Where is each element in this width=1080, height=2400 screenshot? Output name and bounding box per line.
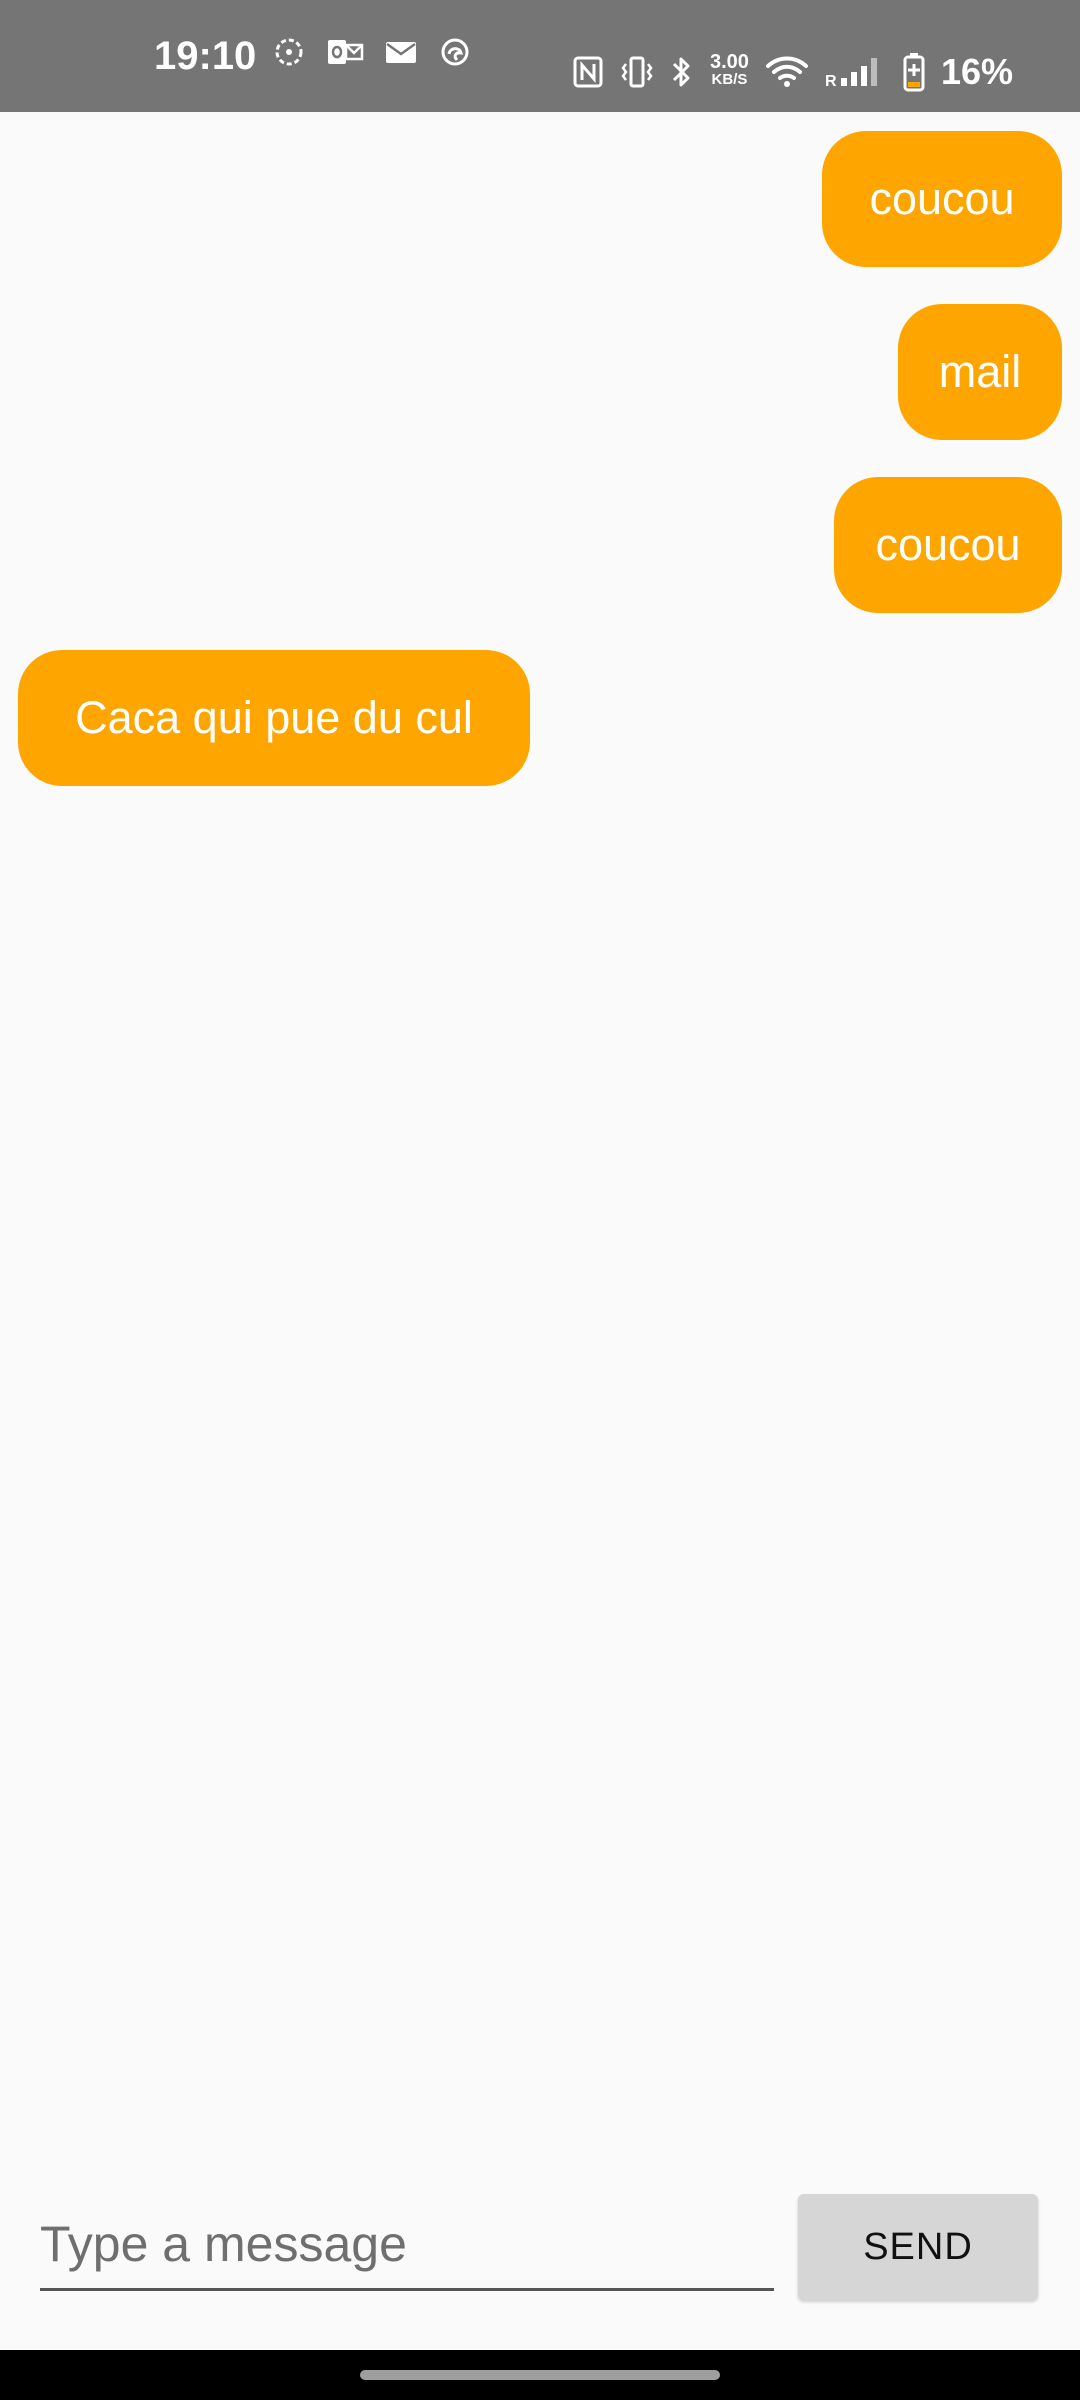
message-input[interactable] <box>40 2200 774 2291</box>
navigation-bar <box>0 2350 1080 2400</box>
network-speed-value: 3.00 <box>710 51 749 73</box>
battery-percent: 16% <box>940 51 1013 92</box>
message-bubble-received[interactable]: Caca qui pue du cul <box>18 650 530 786</box>
system-icons: 3.00 KB/S R 16% <box>572 52 1013 92</box>
network-speed: 3.00 KB/S <box>710 52 749 88</box>
wifi-icon <box>765 54 809 90</box>
email-icon <box>384 35 418 69</box>
vibrate-icon <box>620 54 654 90</box>
sync-icon <box>272 35 306 69</box>
message-bubble-sent[interactable]: coucou <box>834 477 1062 613</box>
signal-icon: R <box>825 54 887 90</box>
message-bubble-sent[interactable]: coucou <box>822 131 1062 267</box>
send-button[interactable]: SEND <box>798 2194 1038 2300</box>
battery-icon <box>903 52 925 92</box>
network-speed-unit: KB/S <box>711 71 748 88</box>
edge-icon <box>438 35 472 69</box>
message-composer: SEND <box>0 2170 1080 2350</box>
nfc-icon <box>572 55 604 89</box>
message-bubble-sent[interactable]: mail <box>898 304 1062 440</box>
status-bar: 19:10 3.00 KB/S R 16% <box>0 0 1080 112</box>
notification-icons <box>272 35 472 69</box>
bluetooth-icon <box>670 54 694 90</box>
roaming-indicator: R <box>825 73 837 90</box>
status-time: 19:10 <box>154 34 257 78</box>
outlook-icon <box>326 35 364 69</box>
message-list[interactable]: coucou mail coucou Caca qui pue du cul <box>0 112 1080 2162</box>
home-indicator[interactable] <box>360 2370 720 2380</box>
